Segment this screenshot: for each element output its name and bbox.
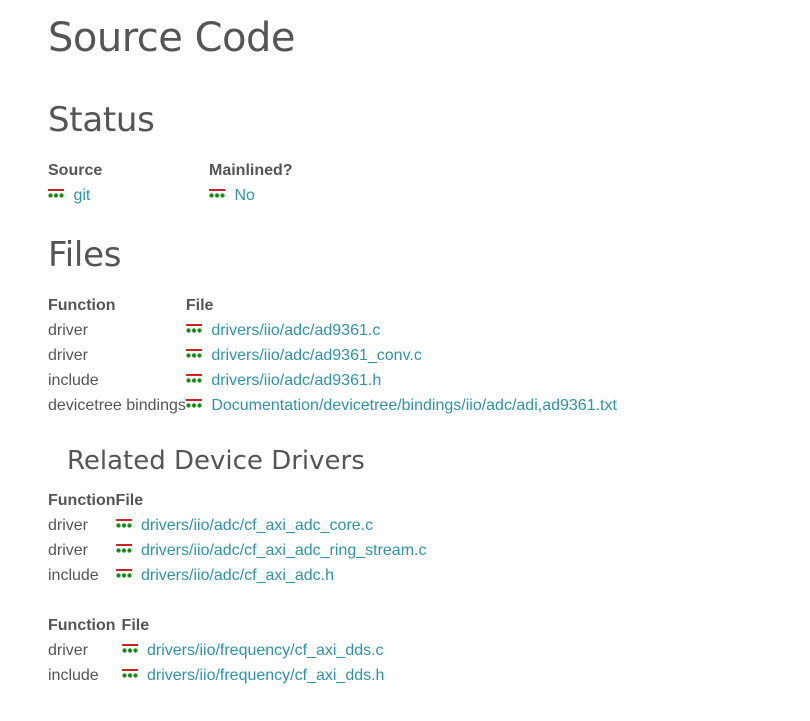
file-cell: drivers/iio/adc/ad9361.h	[185, 368, 617, 393]
function-header: Function	[48, 616, 116, 634]
file-cell: drivers/iio/adc/cf_axi_adc.h	[115, 563, 427, 588]
table-row: include drivers/iio/adc/ad9361.h	[48, 368, 617, 393]
table-row: include drivers/iio/adc/cf_axi_adc.h	[48, 563, 426, 588]
function-cell: driver	[48, 516, 89, 534]
mainlined-header: Mainlined?	[209, 161, 293, 179]
file-cell: drivers/iio/adc/ad9361_conv.c	[185, 343, 617, 368]
file-link[interactable]: drivers/iio/adc/cf_axi_adc_core.c	[141, 517, 373, 534]
related-table-dds: Function File driver drivers/iio/frequen…	[48, 613, 384, 688]
mainlined-link[interactable]: No	[234, 187, 254, 204]
file-cell: drivers/iio/adc/ad9361.c	[185, 318, 617, 343]
file-cell: drivers/iio/adc/cf_axi_adc_core.c	[115, 513, 427, 538]
related-table-adc: Function File driver drivers/iio/adc/cf_…	[48, 488, 426, 588]
function-cell: include	[48, 566, 99, 584]
table-row: driver drivers/iio/adc/ad9361.c	[48, 318, 617, 343]
function-cell: driver	[48, 346, 89, 364]
table-row: driver drivers/iio/frequency/cf_axi_dds.…	[48, 638, 384, 663]
function-cell: driver	[48, 541, 89, 559]
function-cell: include	[48, 371, 99, 389]
git-repo-icon	[185, 349, 202, 358]
file-header: File	[185, 296, 214, 314]
table-row: driver drivers/iio/adc/ad9361_conv.c	[48, 343, 617, 368]
files-table: Function File driver drivers/iio/adc/ad9…	[48, 293, 617, 418]
function-cell: include	[48, 666, 99, 684]
git-repo-icon	[209, 189, 225, 198]
file-header: File	[115, 491, 144, 509]
source-cell: git	[48, 183, 209, 208]
source-git-link[interactable]: git	[73, 187, 90, 204]
file-cell: Documentation/devicetree/bindings/iio/ad…	[185, 393, 617, 418]
table-header-row: Function File	[48, 488, 426, 513]
file-link[interactable]: drivers/iio/frequency/cf_axi_dds.c	[147, 642, 384, 659]
table-header-row: Function File	[48, 613, 384, 638]
file-cell: drivers/iio/frequency/cf_axi_dds.h	[121, 663, 384, 688]
file-link[interactable]: drivers/iio/adc/ad9361.h	[211, 372, 381, 389]
file-link[interactable]: Documentation/devicetree/bindings/iio/ad…	[211, 397, 617, 414]
function-cell: driver	[48, 641, 89, 659]
mainlined-cell: No	[209, 183, 293, 208]
git-repo-icon	[185, 374, 202, 383]
table-header-row: Function File	[48, 293, 617, 318]
file-link[interactable]: drivers/iio/frequency/cf_axi_dds.h	[147, 667, 384, 684]
table-header-row: Source Mainlined?	[48, 158, 293, 183]
table-row: git No	[48, 183, 293, 208]
git-repo-icon	[115, 569, 132, 578]
file-link[interactable]: drivers/iio/adc/cf_axi_adc_ring_stream.c	[141, 542, 426, 559]
file-link[interactable]: drivers/iio/adc/ad9361_conv.c	[211, 347, 422, 364]
git-repo-icon	[185, 324, 202, 333]
page-title: Source Code	[48, 15, 296, 61]
file-cell: drivers/iio/adc/cf_axi_adc_ring_stream.c	[115, 538, 426, 563]
git-repo-icon	[115, 519, 132, 528]
git-repo-icon	[121, 644, 138, 653]
related-drivers-heading: Related Device Drivers	[67, 446, 365, 476]
table-row: driver drivers/iio/adc/cf_axi_adc_core.c	[48, 513, 426, 538]
function-cell: driver	[48, 321, 89, 339]
git-repo-icon	[115, 544, 132, 553]
file-cell: drivers/iio/frequency/cf_axi_dds.c	[121, 638, 385, 663]
table-row: driver drivers/iio/adc/cf_axi_adc_ring_s…	[48, 538, 426, 563]
file-header: File	[121, 616, 150, 634]
function-header: Function	[48, 491, 116, 509]
file-link[interactable]: drivers/iio/adc/cf_axi_adc.h	[141, 567, 334, 584]
table-row: include drivers/iio/frequency/cf_axi_dds…	[48, 663, 384, 688]
git-repo-icon	[185, 399, 202, 408]
function-header: Function	[48, 296, 116, 314]
git-repo-icon	[121, 669, 138, 678]
files-heading: Files	[48, 235, 122, 275]
source-header: Source	[48, 161, 103, 179]
status-heading: Status	[48, 100, 155, 140]
table-row: devicetree bindings Documentation/device…	[48, 393, 617, 418]
git-repo-icon	[48, 189, 64, 198]
function-cell: devicetree bindings	[48, 396, 186, 414]
status-table: Source Mainlined? git No	[48, 158, 293, 208]
file-link[interactable]: drivers/iio/adc/ad9361.c	[211, 322, 380, 339]
